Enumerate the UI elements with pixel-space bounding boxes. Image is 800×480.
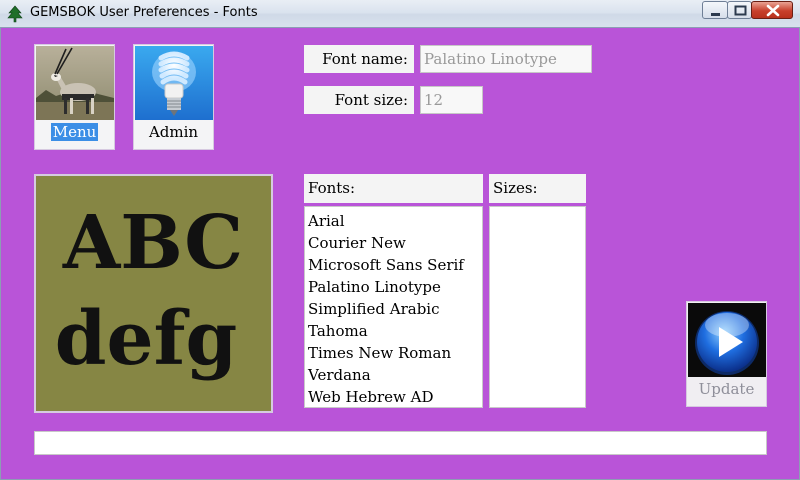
title-bar[interactable]: GEMSBOK User Preferences - Fonts [0,0,800,28]
tree-icon [7,5,23,23]
window-title: GEMSBOK User Preferences - Fonts [30,5,258,20]
font-item-web-hebrew-ad[interactable]: Web Hebrew AD [305,386,482,408]
menu-tile[interactable]: Menu [34,44,115,150]
play-icon [688,303,766,377]
font-item-verdana[interactable]: Verdana [305,364,482,386]
font-size-field[interactable]: 12 [420,86,483,114]
font-item-palatino-linotype[interactable]: Palatino Linotype [305,276,482,298]
font-item-times-new-roman[interactable]: Times New Roman [305,342,482,364]
admin-label: Admin [148,123,199,141]
status-bar [34,431,767,455]
preview-line-1: ABC [62,200,243,286]
sizes-header: Sizes: [489,174,586,203]
preview-line-2: defg [55,296,237,382]
font-item-simplified-arabic[interactable]: Simplified Arabic [305,298,482,320]
font-name-field[interactable]: Palatino Linotype [420,45,592,73]
font-item-microsoft-sans-serif[interactable]: Microsoft Sans Serif [305,254,482,276]
font-item-courier-new[interactable]: Courier New [305,232,482,254]
font-size-label: Font size: [304,86,414,114]
fonts-listbox[interactable]: Arial Courier New Microsoft Sans Serif P… [304,206,483,408]
light-bulb-icon [135,46,213,120]
font-name-label: Font name: [304,45,414,73]
update-tile[interactable]: Update [686,301,767,407]
font-item-arial[interactable]: Arial [305,210,482,232]
maximize-button[interactable] [727,1,752,19]
close-button[interactable] [751,1,793,19]
fonts-header: Fonts: [304,174,483,203]
gemsbok-photo [36,46,114,120]
menu-label: Menu [50,123,99,141]
font-preview: ABC defg [34,174,273,413]
minimize-button[interactable] [702,1,728,19]
sizes-listbox[interactable] [489,206,586,408]
close-icon [766,4,780,17]
maximize-icon [734,5,747,16]
font-item-tahoma[interactable]: Tahoma [305,320,482,342]
update-label: Update [698,380,755,398]
minimize-icon [711,13,720,16]
admin-tile[interactable]: Admin [133,44,214,150]
